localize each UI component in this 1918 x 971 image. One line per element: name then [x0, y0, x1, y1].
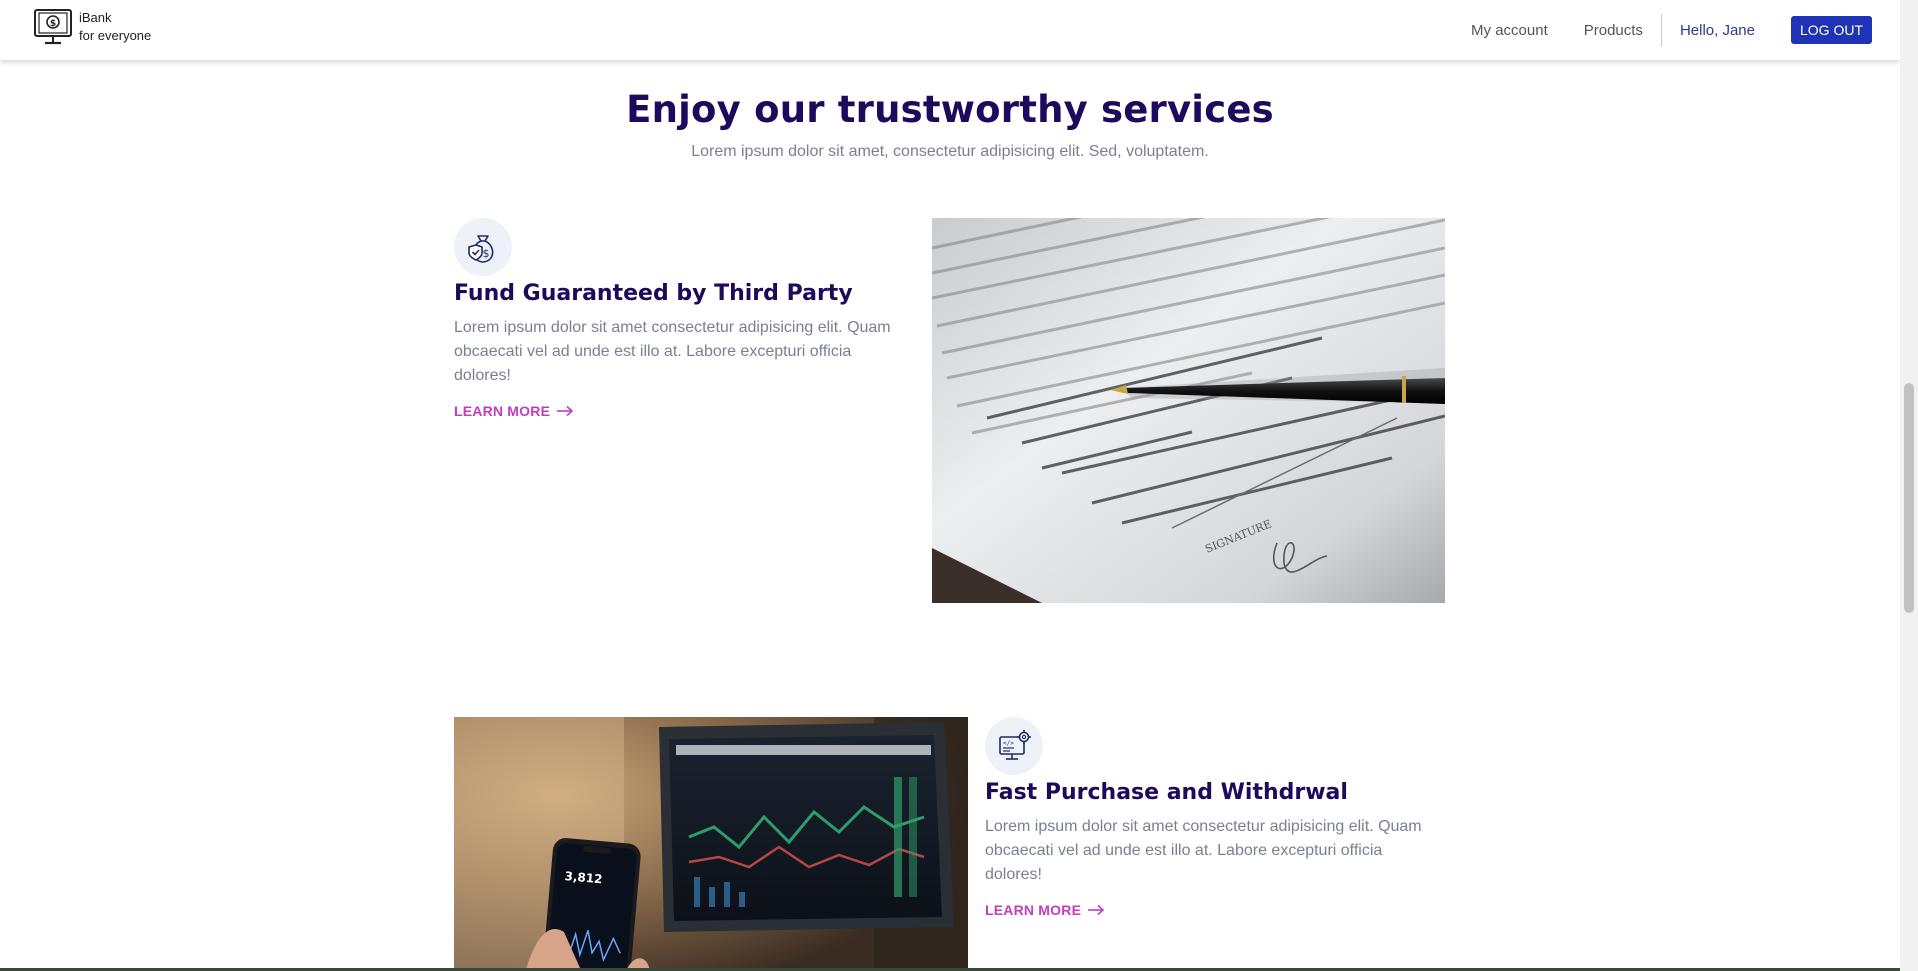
learn-more-link[interactable]: LEARN MORE — [454, 403, 574, 419]
svg-text:$: $ — [50, 19, 56, 29]
svg-text:</>: </> — [1003, 740, 1014, 747]
section-title: Enjoy our trustworthy services — [626, 88, 1274, 131]
trading-app-image: 3,812 — [454, 717, 968, 971]
feature-fast-purchase: </> Fast Purchase and Withdrwal Lorem ip… — [985, 717, 1435, 920]
learn-more-link[interactable]: LEARN MORE — [985, 902, 1105, 918]
brand[interactable]: $ iBank for everyone — [33, 7, 151, 47]
brand-tagline: for everyone — [79, 28, 152, 43]
vertical-scrollbar[interactable] — [1900, 0, 1918, 971]
monitor-dollar-icon: $ — [34, 9, 72, 45]
section-subtitle: Lorem ipsum dolor sit amet, consectetur … — [691, 143, 1209, 160]
learn-more-label: LEARN MORE — [454, 403, 551, 419]
money-bag-shield-icon: $ — [454, 218, 512, 276]
learn-more-label: LEARN MORE — [985, 902, 1082, 918]
brand-name: iBank — [79, 10, 112, 25]
feature-text: Lorem ipsum dolor sit amet consectetur a… — [454, 319, 891, 384]
svg-text:$: $ — [483, 247, 490, 260]
feature-text: Lorem ipsum dolor sit amet consectetur a… — [985, 818, 1422, 883]
nav-link-my-account[interactable]: My account — [1471, 22, 1548, 39]
user-greeting: Hello, Jane — [1679, 21, 1755, 39]
computer-gear-icon: </> — [985, 717, 1043, 775]
nav-links: My account Products Hello, Jane LOG OUT — [1471, 0, 1900, 60]
feature-title: Fund Guaranteed by Third Party — [454, 281, 853, 306]
feature-title: Fast Purchase and Withdrwal — [985, 780, 1348, 805]
feature-fund-guaranteed: $ Fund Guaranteed by Third Party Lorem i… — [454, 218, 904, 421]
brand-text: iBank for everyone — [79, 9, 151, 45]
arrow-right-icon — [557, 405, 574, 417]
logout-button[interactable]: LOG OUT — [1790, 16, 1872, 44]
navbar: $ iBank for everyone My account Products… — [0, 0, 1900, 60]
arrow-right-icon — [1088, 904, 1105, 916]
nav-link-products[interactable]: Products — [1584, 22, 1643, 39]
contract-signing-image: SIGNATURE — [932, 218, 1445, 603]
scrollbar-thumb[interactable] — [1904, 383, 1914, 613]
nav-divider — [1660, 14, 1662, 46]
page: $ iBank for everyone My account Products… — [0, 0, 1900, 971]
